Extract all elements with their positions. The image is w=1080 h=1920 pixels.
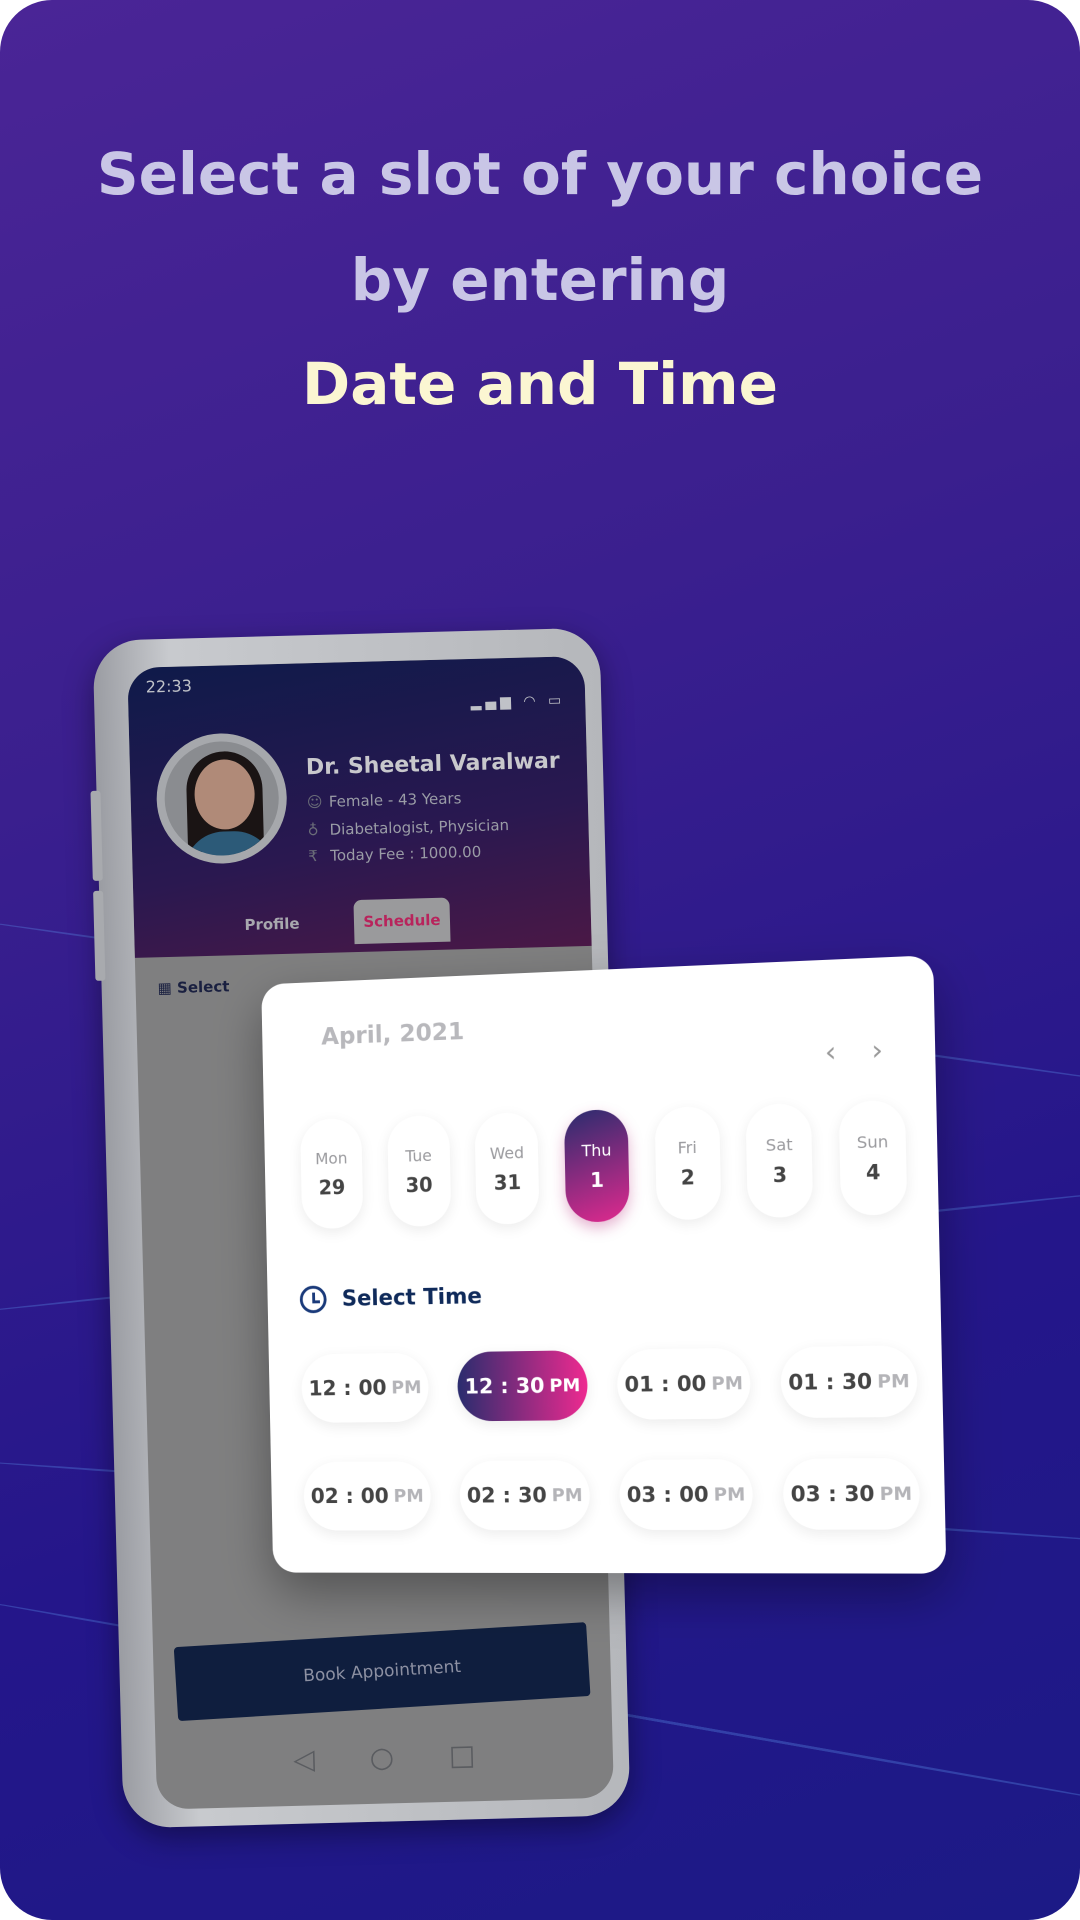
calendar-icon: ▦ — [157, 978, 178, 998]
time-slot[interactable]: 01 : 30 PM — [780, 1345, 918, 1419]
back-icon[interactable]: ◁ — [293, 1742, 315, 1776]
doctor-header: 22:33 ▂▄▆ ◠ ▭ Dr. Sheetal Varalwar ☺ Fema… — [127, 655, 592, 958]
stethoscope-icon: ♁ — [307, 820, 319, 840]
time-slot[interactable]: 02 : 30 PM — [459, 1460, 591, 1531]
tab-schedule[interactable]: Schedule — [353, 897, 451, 945]
day-selector: Mon 29 Tue 30 Wed 31 Thu 1 Fri 2 Sat 3 Sun 4 — [300, 1099, 908, 1230]
phone-side-button — [90, 790, 103, 881]
time-slot[interactable]: 12 : 00 PM — [301, 1352, 430, 1423]
doctor-gender-age: ☺ Female - 43 Years — [306, 789, 462, 812]
day-mon[interactable]: Mon 29 — [300, 1117, 364, 1230]
time-slot-selected[interactable]: 12 : 30 PM — [456, 1350, 589, 1422]
select-date-label: ▦ Select — [157, 977, 230, 998]
headline-highlight: Date and Time — [302, 350, 778, 418]
android-nav-bar: ◁ ○ □ — [156, 1735, 614, 1780]
time-slot[interactable]: 03 : 30 PM — [782, 1457, 921, 1530]
phone-side-button — [93, 890, 106, 981]
status-time: 22:33 — [145, 676, 193, 697]
status-icons: ▂▄▆ ◠ ▭ — [470, 692, 566, 711]
doctor-avatar — [155, 731, 289, 866]
date-time-picker-card: April, 2021 ‹ › Mon 29 Tue 30 Wed 31 Thu 1 F… — [261, 955, 947, 1574]
promo-background: Select a slot of your choice by entering… — [0, 0, 1080, 1920]
person-icon: ☺ — [306, 792, 323, 812]
day-sat[interactable]: Sat 3 — [745, 1102, 814, 1219]
chevron-right-icon[interactable]: › — [871, 1033, 883, 1067]
doctor-specialty: ♁ Diabetalogist, Physician — [307, 816, 510, 840]
doctor-name: Dr. Sheetal Varalwar — [305, 748, 561, 781]
rupee-icon: ₹ — [308, 847, 319, 866]
headline-line-1: Select a slot of your choice — [96, 140, 984, 208]
home-icon[interactable]: ○ — [369, 1740, 394, 1774]
select-time-heading: Select Time — [299, 1282, 483, 1314]
doctor-fee: ₹ Today Fee : 1000.00 — [308, 842, 482, 866]
recents-icon[interactable]: □ — [448, 1738, 475, 1772]
month-label: April, 2021 — [320, 1017, 465, 1051]
clock-icon — [299, 1285, 327, 1314]
day-wed[interactable]: Wed 31 — [474, 1111, 540, 1225]
book-appointment-button[interactable]: Book Appointment — [173, 1622, 591, 1722]
time-slot[interactable]: 03 : 00 PM — [618, 1458, 754, 1531]
tab-profile[interactable]: Profile — [223, 901, 320, 947]
day-sun[interactable]: Sun 4 — [838, 1099, 908, 1216]
headline-line-2: by entering — [350, 246, 730, 314]
day-tue[interactable]: Tue 30 — [386, 1114, 452, 1228]
day-thu-selected[interactable]: Thu 1 — [563, 1108, 630, 1223]
chevron-left-icon[interactable]: ‹ — [824, 1035, 836, 1069]
day-fri[interactable]: Fri 2 — [654, 1105, 722, 1221]
time-slot[interactable]: 01 : 00 PM — [616, 1347, 752, 1420]
time-slot[interactable]: 02 : 00 PM — [303, 1461, 432, 1531]
time-slot-grid: 12 : 00 PM 12 : 30 PM 01 : 00 PM 01 : 30 PM … — [301, 1345, 921, 1531]
